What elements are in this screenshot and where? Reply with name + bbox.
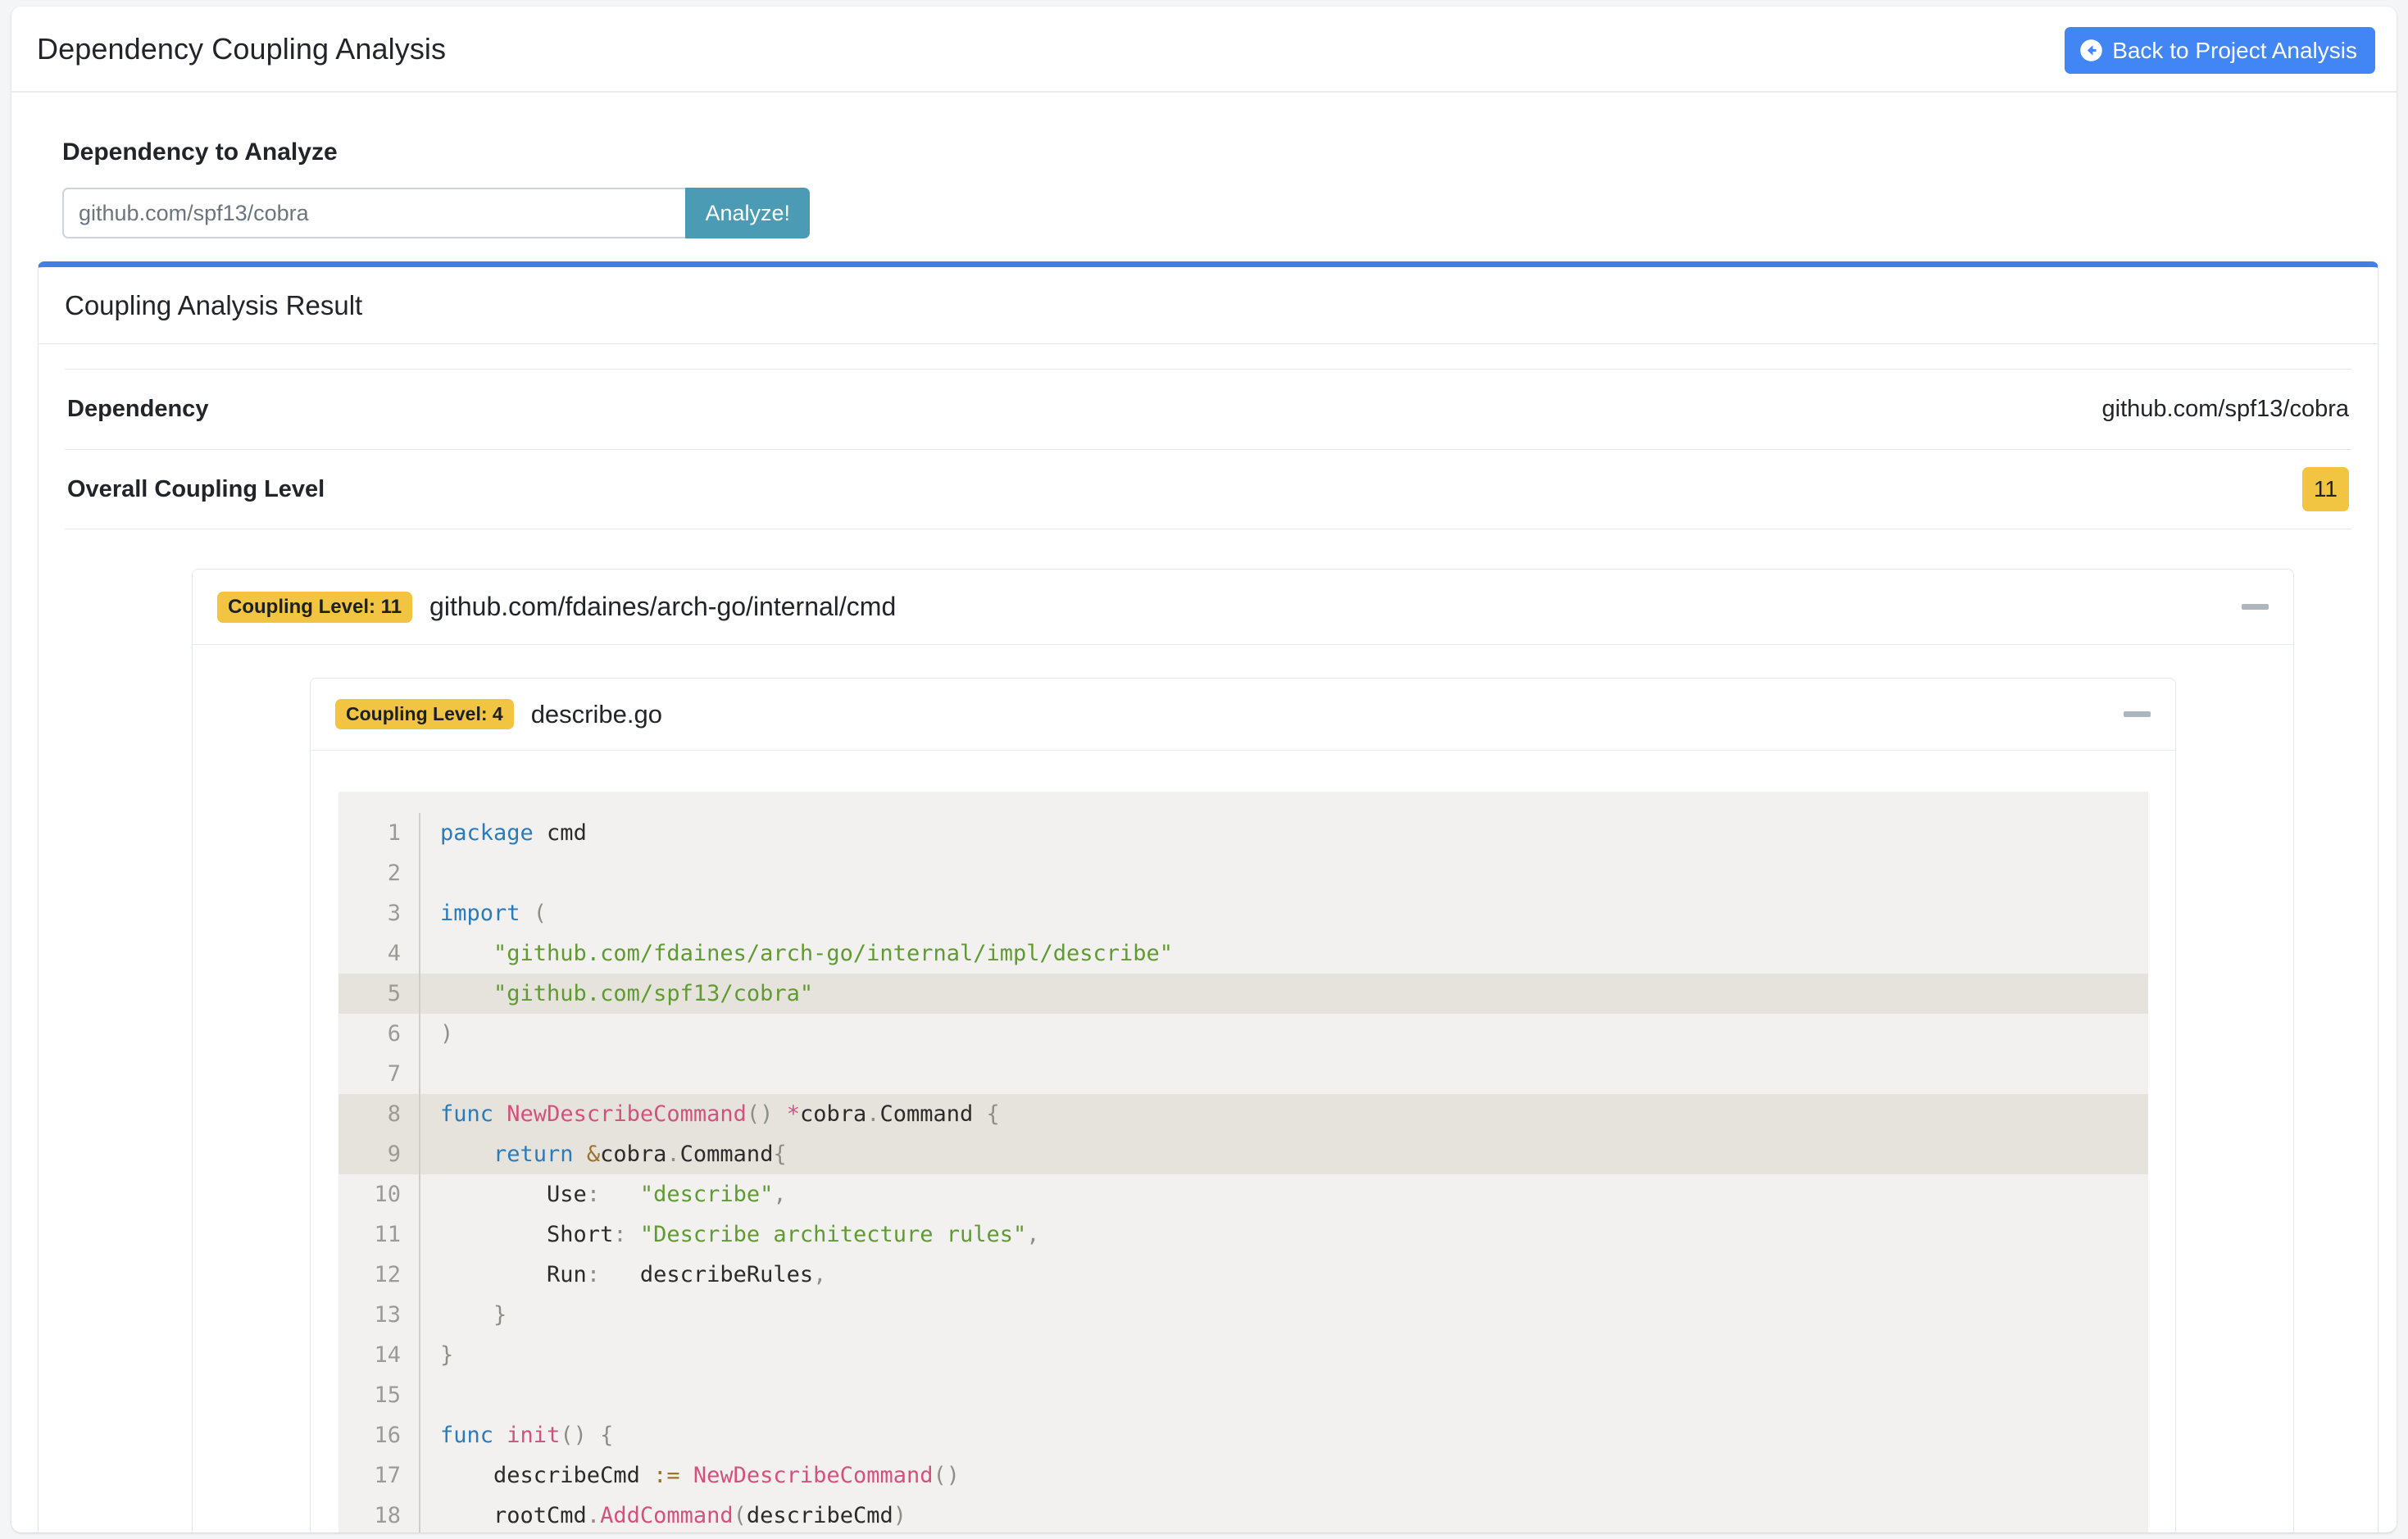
- back-button-label: Back to Project Analysis: [2112, 37, 2357, 63]
- code-line-content: "github.com/fdaines/arch-go/internal/imp…: [440, 941, 1174, 966]
- code-line: 12 Run: describeRules,: [338, 1255, 2148, 1295]
- package-name: github.com/fdaines/arch-go/internal/cmd: [429, 592, 897, 621]
- code-line: 10 Use: "describe",: [338, 1174, 2148, 1214]
- code-line-number: 15: [338, 1375, 420, 1415]
- code-line-number: 5: [338, 974, 420, 1014]
- code-line-content: }: [440, 1302, 507, 1328]
- code-line-content: }: [440, 1342, 454, 1368]
- back-to-project-analysis-button[interactable]: Back to Project Analysis: [2065, 27, 2375, 74]
- code-line-number: 18: [338, 1496, 420, 1532]
- code-line: 9 return &cobra.Command{: [338, 1134, 2148, 1174]
- code-line-content: "github.com/spf13/cobra": [440, 981, 814, 1006]
- minus-icon[interactable]: [2124, 711, 2151, 717]
- code-line: 13 }: [338, 1295, 2148, 1335]
- code-viewer-wrapper: 1 package cmd 2 3 import ( 4 "github.com/fdai…: [311, 792, 2175, 1532]
- code-line-number: 14: [338, 1335, 420, 1375]
- code-line: 17 describeCmd := NewDescribeCommand(): [338, 1455, 2148, 1496]
- main-card: Dependency Coupling Analysis Back to Pro…: [11, 7, 2397, 1532]
- package-accordion: Coupling Level: 11 github.com/fdaines/ar…: [192, 569, 2294, 1532]
- code-line-content: func init() {: [440, 1423, 614, 1448]
- code-line: 8 func NewDescribeCommand() *cobra.Comman…: [338, 1094, 2148, 1134]
- package-accordion-header[interactable]: Coupling Level: 11 github.com/fdaines/ar…: [193, 570, 2293, 645]
- code-line-number: 6: [338, 1014, 420, 1054]
- minus-icon[interactable]: [2242, 604, 2269, 610]
- code-line: 4 "github.com/fdaines/arch-go/internal/i…: [338, 933, 2148, 974]
- result-card-header: Coupling Analysis Result: [39, 267, 2378, 344]
- code-line-content: Short: "Describe architecture rules",: [440, 1222, 1040, 1247]
- summary-row-dependency: Dependency github.com/spf13/cobra: [65, 369, 2351, 449]
- summary-label: Overall Coupling Level: [67, 475, 325, 502]
- package-header-left: Coupling Level: 11 github.com/fdaines/ar…: [217, 591, 897, 623]
- code-line: 2: [338, 853, 2148, 893]
- code-line-content: import (: [440, 901, 547, 926]
- package-coupling-level-badge: Coupling Level: 11: [217, 591, 413, 623]
- dependency-input-group: Analyze!: [62, 188, 810, 238]
- app-header: Dependency Coupling Analysis Back to Pro…: [11, 7, 2397, 93]
- code-line-content: ): [440, 1021, 454, 1046]
- code-line: 18 rootCmd.AddCommand(describeCmd): [338, 1496, 2148, 1532]
- code-line-content: package cmd: [440, 820, 587, 846]
- code-line-number: 7: [338, 1054, 420, 1094]
- code-line-number: 3: [338, 893, 420, 933]
- code-line: 7: [338, 1054, 2148, 1094]
- file-accordion-header[interactable]: Coupling Level: 4 describe.go: [311, 679, 2175, 751]
- file-header-left: Coupling Level: 4 describe.go: [335, 699, 662, 729]
- code-line-number: 12: [338, 1255, 420, 1295]
- code-line-content: Run: describeRules,: [440, 1262, 827, 1287]
- code-line-number: 13: [338, 1295, 420, 1335]
- dependency-input-label: Dependency to Analyze: [62, 138, 338, 166]
- coupling-analysis-result-card: Coupling Analysis Result Dependency gith…: [38, 261, 2378, 1532]
- result-card-body: Dependency github.com/spf13/cobra Overal…: [39, 344, 2378, 1532]
- code-line: 5 "github.com/spf13/cobra": [338, 974, 2148, 1014]
- code-line-number: 11: [338, 1214, 420, 1255]
- file-accordion: Coupling Level: 4 describe.go 1 package c…: [310, 678, 2176, 1532]
- code-line-number: 8: [338, 1094, 420, 1134]
- arrow-circle-left-icon: [2079, 39, 2103, 62]
- code-line-number: 17: [338, 1455, 420, 1496]
- code-line: 1 package cmd: [338, 813, 2148, 853]
- code-line-number: 1: [338, 813, 420, 853]
- code-line: 15: [338, 1375, 2148, 1415]
- overall-coupling-level-badge: 11: [2301, 467, 2349, 511]
- code-line: 16 func init() {: [338, 1415, 2148, 1455]
- file-accordion-body: 1 package cmd 2 3 import ( 4 "github.com/fdai…: [311, 751, 2175, 1532]
- file-name: describe.go: [530, 699, 662, 729]
- code-line-content: describeCmd := NewDescribeCommand(): [440, 1463, 960, 1488]
- code-line-content: func NewDescribeCommand() *cobra.Command…: [440, 1101, 1000, 1127]
- dependency-form: Dependency to Analyze Analyze!: [11, 93, 2397, 238]
- file-accordion-wrapper: Coupling Level: 4 describe.go 1 package c…: [193, 678, 2293, 1532]
- summary-value: github.com/spf13/cobra: [2101, 396, 2349, 422]
- page-title: Dependency Coupling Analysis: [37, 32, 447, 66]
- code-line-number: 10: [338, 1174, 420, 1214]
- source-code-viewer[interactable]: 1 package cmd 2 3 import ( 4 "github.com/fdai…: [338, 792, 2148, 1532]
- code-line: 11 Short: "Describe architecture rules",: [338, 1214, 2148, 1255]
- code-line-number: 2: [338, 853, 420, 893]
- summary-label: Dependency: [67, 396, 209, 422]
- code-line-number: 4: [338, 933, 420, 974]
- dependency-input[interactable]: [62, 188, 686, 238]
- code-line: 14}: [338, 1335, 2148, 1375]
- code-line-number: 9: [338, 1134, 420, 1174]
- page-root: Dependency Coupling Analysis Back to Pro…: [0, 0, 2408, 1539]
- summary-row-overall-coupling-level: Overall Coupling Level 11: [65, 449, 2351, 529]
- package-accordion-wrapper: Coupling Level: 11 github.com/fdaines/ar…: [65, 529, 2351, 1532]
- file-coupling-level-badge: Coupling Level: 4: [335, 699, 514, 729]
- code-line: 6): [338, 1014, 2148, 1054]
- code-line-content: return &cobra.Command{: [493, 1142, 787, 1167]
- code-line-number: 16: [338, 1415, 420, 1455]
- code-line-content: rootCmd.AddCommand(describeCmd): [440, 1503, 906, 1528]
- analyze-button[interactable]: Analyze!: [685, 188, 810, 238]
- code-line-content: Use: "describe",: [440, 1182, 787, 1207]
- code-line: 3 import (: [338, 893, 2148, 933]
- result-card-title: Coupling Analysis Result: [65, 289, 363, 320]
- package-accordion-body: Coupling Level: 4 describe.go 1 package c…: [193, 645, 2293, 1532]
